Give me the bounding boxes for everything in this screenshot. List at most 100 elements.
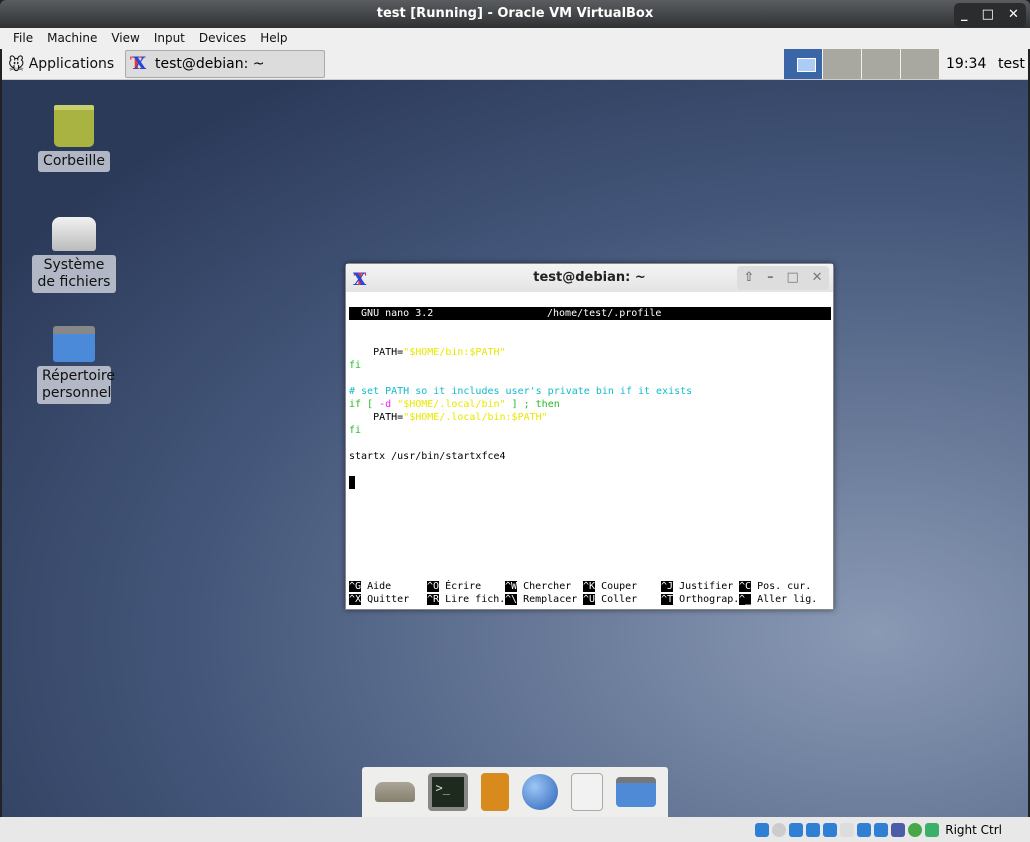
nano-header: GNU nano 3.2/home/test/.profile: [349, 307, 831, 320]
code-token: PATH=: [349, 347, 404, 358]
shortcut-key: ^G: [349, 581, 362, 592]
code-token: ] ; then: [505, 399, 560, 410]
shortcut-label: Lire fich.: [439, 594, 506, 605]
applications-label: Applications: [28, 56, 115, 72]
display-icon[interactable]: [857, 822, 872, 837]
guest-additions-icon[interactable]: [908, 822, 923, 837]
text-cursor: [349, 476, 355, 489]
shortcut-item[interactable]: ^C Pos. cur.: [739, 580, 817, 593]
close-button[interactable]: ✕: [812, 264, 823, 292]
menu-view[interactable]: View: [104, 28, 146, 49]
shortcut-item[interactable]: ^O Écrire: [427, 580, 505, 593]
code-token: if [: [349, 399, 380, 410]
menu-devices[interactable]: Devices: [192, 28, 253, 49]
code-token: fi: [349, 425, 362, 436]
terminal-title-bar[interactable]: T X test@debian: ~ ⇧ – □ ✕: [346, 264, 833, 292]
minimize-button[interactable]: –: [767, 264, 774, 292]
web-browser-icon[interactable]: [521, 774, 558, 810]
shortcut-item[interactable]: ^U Coller: [583, 593, 661, 606]
shortcut-key: ^R: [427, 594, 440, 605]
minimize-button[interactable]: _: [961, 1, 968, 29]
menu-help[interactable]: Help: [253, 28, 294, 49]
file-cabinet-icon[interactable]: [480, 773, 509, 811]
workspace-2[interactable]: [823, 49, 861, 79]
desktop-icon-label: Répertoire personnel: [37, 366, 115, 404]
editor-line: if [ -d "$HOME/.local/bin" ] ; then: [349, 398, 831, 411]
taskbar-item-terminal[interactable]: T X test@debian: ~: [125, 50, 325, 78]
network-icon[interactable]: [806, 822, 821, 837]
usb-icon[interactable]: [823, 822, 838, 837]
xterm-icon: TX: [353, 270, 367, 290]
code-token: "$HOME/.local/bin": [397, 399, 506, 410]
desktop-icon-home[interactable]: Répertoire personnel: [29, 326, 119, 404]
code-token: "$HOME/bin:$PATH": [403, 347, 506, 358]
hard-disk-icon[interactable]: [755, 822, 770, 837]
trash-icon: [54, 105, 94, 147]
shortcut-item[interactable]: ^K Couper: [583, 580, 661, 593]
folder-icon[interactable]: [615, 777, 656, 807]
shortcut-item[interactable]: ^\ Remplacer: [505, 593, 583, 606]
shortcut-label: Pos. cur.: [751, 581, 812, 592]
shortcut-key: ^\: [505, 594, 518, 605]
file-path: /home/test/.profile: [547, 308, 662, 319]
code-token: # set PATH so it includes user's private…: [349, 386, 693, 397]
close-button[interactable]: ✕: [1008, 1, 1019, 29]
desktop-icon-label: Système de fichiers: [32, 255, 116, 293]
video-capture-icon[interactable]: [874, 822, 889, 837]
virtualization-icon[interactable]: [891, 822, 906, 837]
desktop: Corbeille Système de fichiers Répertoire…: [2, 80, 1028, 817]
shortcut-item[interactable]: ^W Chercher: [505, 580, 583, 593]
terminal-window[interactable]: T X test@debian: ~ ⇧ – □ ✕ GNU nano 3.2/home/…: [345, 263, 834, 610]
xfce-panel: 🐭 Applications T X test@debian: ~ 19:34 tes…: [2, 49, 1028, 80]
menu-file[interactable]: File: [6, 28, 40, 49]
workspace-3[interactable]: [862, 49, 900, 79]
shortcut-key: ^U: [583, 594, 596, 605]
shortcut-item[interactable]: ^R Lire fich.: [427, 593, 505, 606]
applications-menu[interactable]: 🐭 Applications: [8, 53, 114, 75]
shortcut-label: Aller lig.: [751, 594, 818, 605]
shortcut-label: Coller: [595, 594, 662, 605]
shortcut-item[interactable]: ^G Aide: [349, 580, 427, 593]
terminal-icon[interactable]: >_: [427, 773, 468, 811]
desktop-icon-trash[interactable]: Corbeille: [29, 105, 119, 172]
nano-shortcuts: ^G Aide ^O Écrire ^W Chercher ^K Couper …: [349, 580, 817, 606]
shared-folders-icon[interactable]: [840, 822, 855, 837]
show-desktop-icon[interactable]: [374, 782, 415, 802]
drive-icon: [52, 217, 96, 251]
shortcut-key: ^C: [739, 581, 752, 592]
shortcut-item[interactable]: ^J Justifier: [661, 580, 739, 593]
shortcut-item[interactable]: ^T Orthograp.: [661, 593, 739, 606]
shortcut-item[interactable]: ^_ Aller lig.: [739, 593, 817, 606]
home-folder-icon: [53, 326, 95, 362]
shortcut-key: ^T: [661, 594, 674, 605]
editor-line: fi: [349, 424, 831, 437]
shortcut-label: Couper: [595, 581, 662, 592]
audio-icon[interactable]: [789, 822, 804, 837]
code-token: -d: [379, 399, 392, 410]
clock[interactable]: 19:34: [946, 49, 986, 79]
maximize-button[interactable]: □: [787, 264, 799, 292]
shortcut-item[interactable]: ^X Quitter: [349, 593, 427, 606]
workspace-1[interactable]: [784, 49, 822, 79]
shortcut-label: Remplacer: [517, 594, 584, 605]
shortcut-key: ^O: [427, 581, 440, 592]
menu-machine[interactable]: Machine: [40, 28, 104, 49]
desktop-icon-filesystem[interactable]: Système de fichiers: [29, 217, 119, 293]
mouse-integration-icon[interactable]: [925, 822, 940, 837]
shortcut-label: Aide: [361, 581, 428, 592]
menu-input[interactable]: Input: [147, 28, 192, 49]
terminal-title: test@debian: ~: [533, 270, 646, 285]
workspace-4[interactable]: [901, 49, 939, 79]
dock: >_: [362, 767, 668, 817]
user-menu[interactable]: test: [998, 49, 1025, 79]
maximize-button[interactable]: □: [982, 1, 994, 29]
shade-button[interactable]: ⇧: [743, 264, 754, 292]
shortcut-key: ^K: [583, 581, 596, 592]
xfce-mouse-icon: 🐭: [8, 54, 25, 74]
workspace-switcher: [784, 49, 940, 79]
optical-drive-icon[interactable]: [772, 822, 787, 837]
nano-editor[interactable]: GNU nano 3.2/home/test/.profile PATH="$H…: [349, 294, 831, 502]
search-document-icon[interactable]: [570, 773, 603, 811]
